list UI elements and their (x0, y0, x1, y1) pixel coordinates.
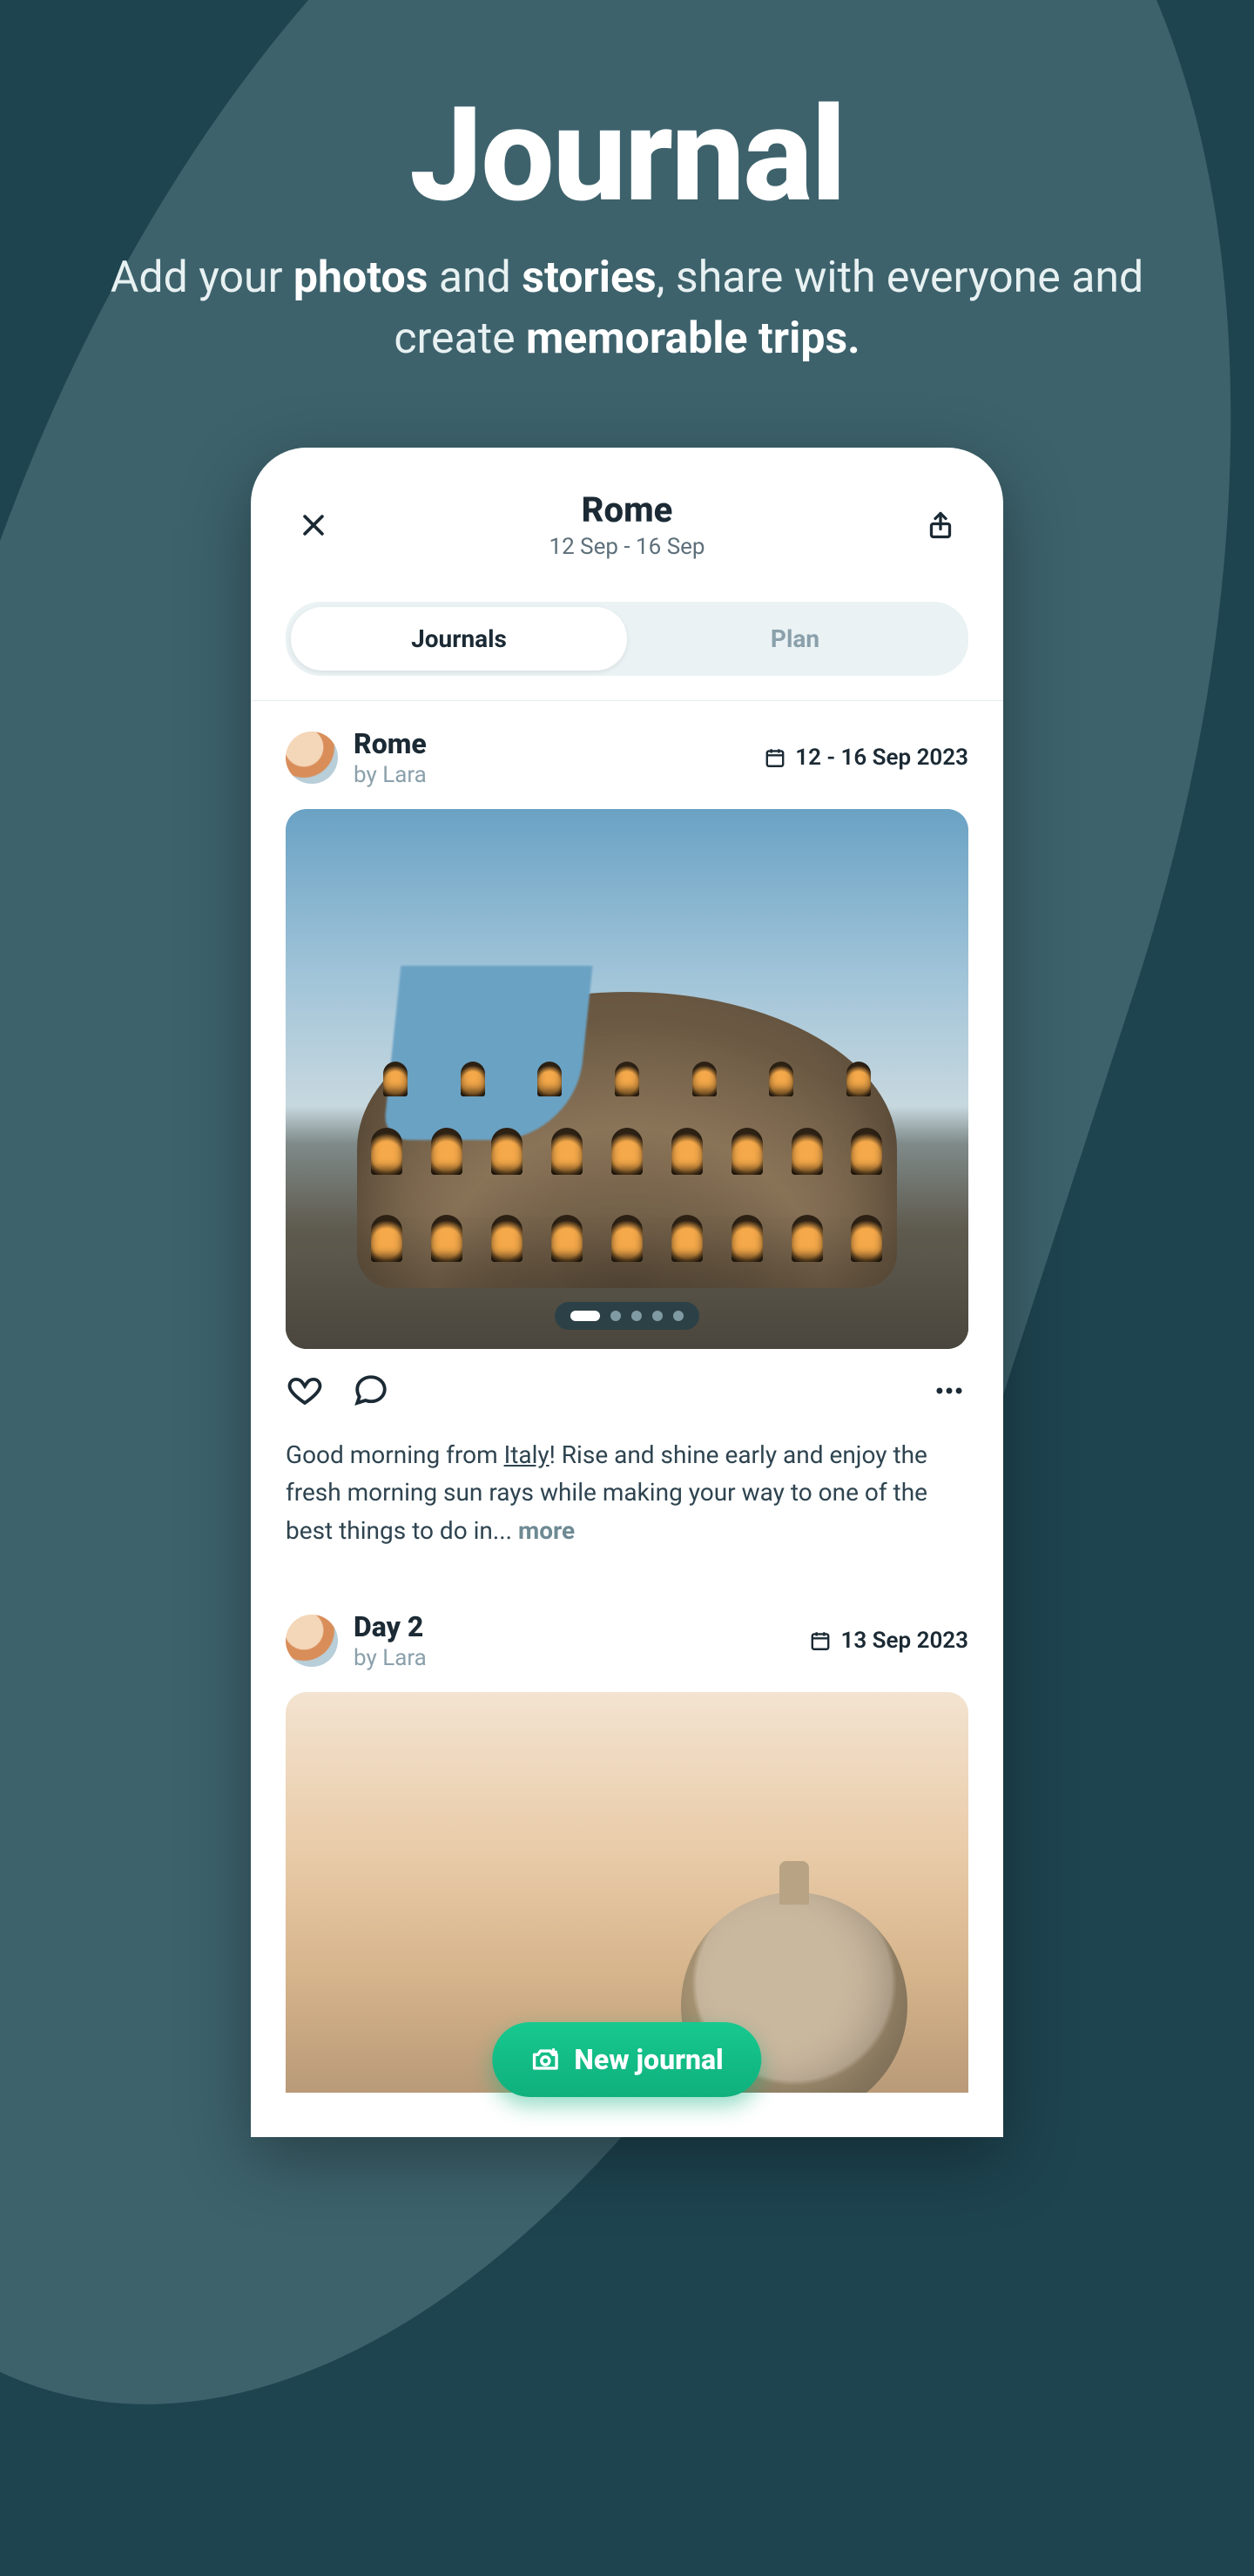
topbar: Rome 12 Sep - 16 Sep (251, 448, 1003, 581)
close-button[interactable] (294, 506, 333, 544)
share-button[interactable] (921, 506, 960, 544)
card-date-text: 13 Sep 2023 (840, 1628, 968, 1654)
avatar (286, 1615, 338, 1667)
carousel-indicator[interactable] (555, 1302, 699, 1330)
hero-sub-bold: photos (293, 253, 428, 303)
journal-cover-image[interactable] (286, 809, 968, 1349)
hero-sub-text: and (428, 253, 522, 303)
trip-date-range: 12 Sep - 16 Sep (333, 534, 921, 560)
carousel-dot (570, 1311, 600, 1321)
author-name: Lara (382, 762, 427, 788)
card-author-group[interactable]: Day 2 by Lara (286, 1610, 427, 1671)
close-icon (299, 510, 328, 540)
card-header: Day 2 by Lara 13 Sep 2023 (286, 1610, 968, 1671)
hero-sub-bold: memorable trips. (526, 314, 860, 364)
camera-plus-icon (530, 2045, 560, 2074)
comment-button[interactable] (352, 1372, 390, 1410)
card-byline: by Lara (354, 762, 427, 788)
card-date: 13 Sep 2023 (809, 1628, 968, 1654)
fab-label: New journal (574, 2043, 723, 2076)
hero-subtitle: Add your photos and stories, share with … (0, 247, 1254, 369)
tab-journals[interactable]: Journals (291, 607, 627, 671)
card-byline: by Lara (354, 1645, 427, 1671)
card-caption: Good morning from Italy! Rise and shine … (286, 1436, 968, 1549)
hero-title: Journal (0, 78, 1254, 232)
card-header: Rome by Lara 12 - 16 Sep 2023 (286, 727, 968, 788)
carousel-dot (610, 1311, 621, 1321)
trip-title: Rome (333, 489, 921, 530)
tab-plan[interactable]: Plan (627, 607, 963, 671)
share-icon (925, 509, 956, 541)
card-actions (286, 1372, 968, 1410)
more-horizontal-icon (933, 1374, 966, 1407)
image-colosseum (357, 992, 897, 1288)
carousel-dot (652, 1311, 663, 1321)
comment-icon (353, 1372, 389, 1409)
card-author-group[interactable]: Rome by Lara (286, 727, 427, 788)
hero-sub-bold: stories (522, 253, 656, 303)
calendar-icon (764, 746, 786, 769)
calendar-icon (809, 1629, 832, 1652)
caption-link-italy[interactable]: Italy (504, 1440, 549, 1469)
card-date-text: 12 - 16 Sep 2023 (795, 745, 968, 771)
by-prefix: by (354, 762, 382, 788)
caption-more[interactable]: more (518, 1516, 575, 1545)
caption-text: Good morning from (286, 1440, 504, 1469)
promo-hero: Journal Add your photos and stories, sha… (0, 0, 1254, 369)
topbar-title-group: Rome 12 Sep - 16 Sep (333, 489, 921, 560)
new-journal-button[interactable]: New journal (492, 2022, 761, 2097)
more-button[interactable] (930, 1372, 968, 1410)
card-date: 12 - 16 Sep 2023 (764, 745, 968, 771)
author-name: Lara (382, 1645, 427, 1671)
by-prefix: by (354, 1645, 382, 1671)
segmented-control: Journals Plan (286, 602, 968, 676)
phone-frame: Rome 12 Sep - 16 Sep Journals Plan Rome … (251, 448, 1003, 2137)
carousel-dot (631, 1311, 642, 1321)
card-title: Rome (354, 727, 427, 760)
avatar (286, 732, 338, 784)
hero-sub-text: Add your (111, 253, 293, 303)
journal-card: Rome by Lara 12 - 16 Sep 2023 (251, 701, 1003, 1549)
like-button[interactable] (286, 1372, 324, 1410)
carousel-dot (673, 1311, 684, 1321)
card-title: Day 2 (354, 1610, 427, 1643)
journal-card: Day 2 by Lara 13 Sep 2023 (251, 1584, 1003, 2093)
heart-icon (287, 1372, 323, 1409)
